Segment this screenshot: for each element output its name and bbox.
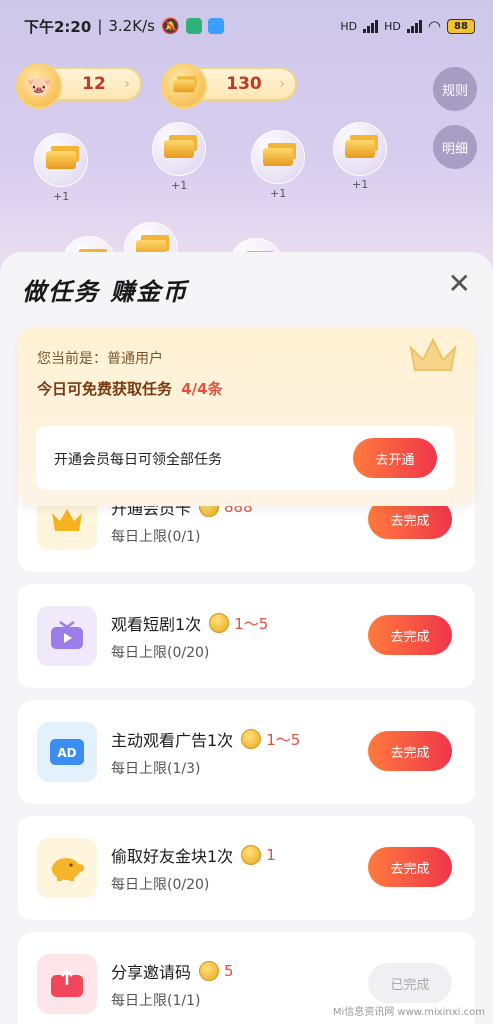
gold-bar-icon	[164, 140, 194, 158]
app-notification-icon-2	[207, 18, 224, 34]
task-name: 主动观看广告1次	[111, 731, 234, 750]
watermark: Mi信息资讯网 www.mixinxi.com	[332, 1007, 485, 1018]
coin-icon	[209, 613, 230, 633]
task-name-row: 偷取好友金块1次 1	[111, 843, 276, 867]
piggy-bank-icon	[37, 838, 97, 898]
detail-button[interactable]: 明细	[433, 125, 477, 169]
task-reward: 1～5	[234, 614, 269, 633]
status-divider: |	[97, 17, 103, 35]
coin-icon	[199, 961, 220, 981]
gold-count: 130	[226, 74, 262, 94]
task-card: 观看短剧1次 1～5 每日上限(0/20) 去完成	[18, 584, 475, 688]
chevron-right-icon: ›	[279, 76, 285, 92]
gold-counter[interactable]: 130 ›	[161, 63, 297, 109]
gold-bar-icon	[345, 140, 375, 158]
task-limit: 每日上限(0/20)	[111, 877, 210, 893]
bubble-plus: +1	[270, 187, 287, 200]
task-reward: 1	[266, 846, 276, 864]
battery-icon: 88	[447, 18, 475, 34]
free-task-info: 今日可免费获取任务 4/4条	[37, 378, 223, 399]
free-task-label: 今日可免费获取任务	[37, 380, 173, 398]
task-name-row: 分享邀请码 5	[111, 959, 234, 983]
sheet-title: 做任务 赚金币	[22, 278, 189, 306]
bubble-plus: +1	[53, 190, 70, 203]
task-name-row: 主动观看广告1次 1～5	[111, 727, 300, 751]
bubble-plus: +1	[352, 178, 369, 191]
task-reward: 5	[224, 962, 234, 980]
signal-icon-1	[363, 19, 379, 33]
hd-label-2: HD	[384, 19, 401, 33]
membership-card: 您当前是：普通用户 今日可免费获取任务 4/4条 开通会员每日可领全部任务 去开…	[18, 328, 475, 506]
task-limit: 每日上限(1/1)	[111, 993, 201, 1009]
vip-promo-text: 开通会员每日可领全部任务	[54, 452, 222, 468]
task-done-button[interactable]: 已完成	[368, 963, 452, 1003]
coin-icon	[241, 845, 262, 865]
task-reward: 1～5	[266, 730, 301, 749]
hd-label-1: HD	[340, 19, 358, 33]
task-card: 偷取好友金块1次 1 每日上限(0/20) 去完成	[18, 816, 475, 920]
status-time: 下午2:20	[24, 17, 92, 36]
close-icon[interactable]: ✕	[448, 270, 471, 298]
task-name: 分享邀请码	[111, 963, 192, 982]
piggy-count: 12	[82, 74, 106, 94]
task-go-button[interactable]: 去完成	[368, 615, 452, 655]
free-task-count: 4/4条	[181, 380, 223, 398]
user-status: 您当前是：普通用户	[37, 351, 163, 367]
rules-button[interactable]: 规则	[433, 67, 477, 111]
status-bar: 下午2:20 | 3.2K/s 🔕 HD HD ◠ 88	[0, 0, 493, 52]
task-go-button[interactable]: 去完成	[368, 847, 452, 887]
bubble-plus: +1	[171, 179, 188, 192]
mute-icon: 🔕	[160, 17, 180, 35]
coin-icon	[241, 729, 262, 749]
task-limit: 每日上限(0/1)	[111, 529, 201, 545]
task-name-row: 观看短剧1次 1～5	[111, 611, 268, 635]
gold-bubble[interactable]	[34, 133, 88, 187]
gold-bubble[interactable]	[152, 122, 206, 176]
share-icon	[37, 954, 97, 1014]
task-name: 观看短剧1次	[111, 615, 202, 634]
open-vip-button[interactable]: 去开通	[353, 438, 437, 478]
gold-bubble[interactable]	[251, 130, 305, 184]
vip-promo-row: 开通会员每日可领全部任务 去开通	[36, 426, 455, 490]
chevron-right-icon: ›	[124, 76, 130, 92]
gold-bar-icon	[161, 63, 207, 109]
svg-text:AD: AD	[57, 746, 76, 760]
crown-icon	[409, 337, 457, 371]
piggy-counter[interactable]: 🐷 12 ›	[16, 63, 142, 109]
task-name: 偷取好友金块1次	[111, 847, 234, 866]
status-speed: 3.2K/s	[108, 17, 155, 35]
wifi-icon: ◠	[427, 17, 441, 35]
app-notification-icon	[185, 18, 202, 34]
piggy-icon: 🐷	[16, 63, 62, 109]
gold-bubble[interactable]	[333, 122, 387, 176]
task-card: AD 主动观看广告1次 1～5 每日上限(1/3) 去完成	[18, 700, 475, 804]
gold-bar-icon	[46, 151, 76, 169]
task-sheet: 做任务 赚金币 ✕ 您当前是：普通用户 今日可免费获取任务 4/4条 开通会员每…	[0, 252, 493, 1024]
ad-icon: AD	[37, 722, 97, 782]
signal-icon-2	[406, 19, 422, 33]
tv-icon	[37, 606, 97, 666]
task-limit: 每日上限(0/20)	[111, 645, 210, 661]
gold-bar-icon	[263, 148, 293, 166]
task-limit: 每日上限(1/3)	[111, 761, 201, 777]
task-go-button[interactable]: 去完成	[368, 731, 452, 771]
